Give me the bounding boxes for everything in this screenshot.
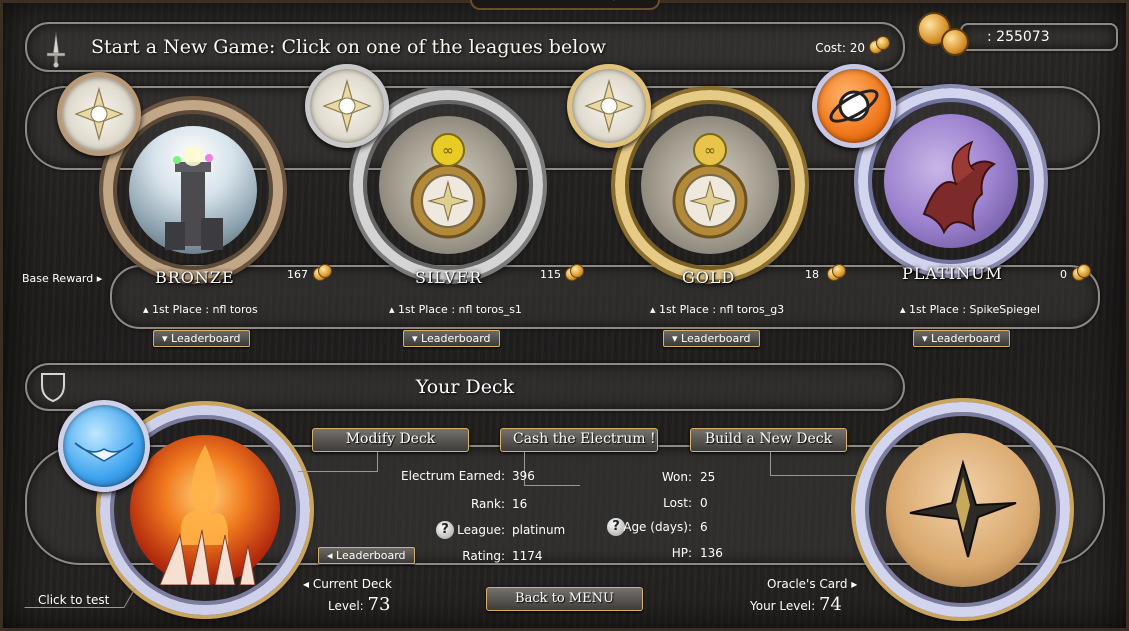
- stat-label: Won:: [661, 470, 692, 484]
- arena-title: THE ARENA: [470, 0, 660, 10]
- wings-emblem-icon: [58, 400, 150, 492]
- sun-emblem-icon: [57, 72, 141, 156]
- gold-art: ∞: [641, 116, 779, 254]
- stat-value: 136: [700, 546, 723, 560]
- stat-value: 1174: [512, 549, 543, 563]
- back-to-menu-button[interactable]: Back to MENU: [486, 587, 643, 611]
- league-platinum[interactable]: PLATINUM 0: [810, 62, 1091, 322]
- league-count: 0: [1060, 268, 1067, 281]
- current-deck-art[interactable]: [130, 435, 280, 586]
- league-name: PLATINUM: [902, 264, 1003, 283]
- currency-display: : 255073: [960, 23, 1118, 51]
- stat-value: 396: [512, 469, 535, 483]
- stat-label: Electrum Earned:: [401, 469, 505, 483]
- cost-label: Cost: 20: [815, 41, 865, 55]
- sun-emblem-icon: [567, 64, 651, 148]
- deck-level-value: 73: [367, 594, 391, 615]
- first-place-silver: ▴ 1st Place : nfl toros_s1: [389, 303, 522, 316]
- silver-art: ∞: [379, 116, 517, 254]
- deck-leaderboard-button[interactable]: ◂ Leaderboard: [318, 547, 415, 564]
- stat-value: 25: [700, 470, 716, 484]
- bronze-art: [129, 126, 257, 254]
- cash-electrum-button[interactable]: Cash the Electrum !: [500, 428, 658, 452]
- stat-label: Lost:: [663, 496, 692, 510]
- league-name: SILVER: [415, 268, 483, 287]
- planet-emblem-icon: [812, 64, 896, 148]
- build-new-deck-button[interactable]: Build a New Deck: [690, 428, 847, 452]
- leaderboard-button-platinum[interactable]: ▾ Leaderboard: [913, 330, 1010, 347]
- oracle-card-art[interactable]: [886, 433, 1040, 587]
- league-count: 115: [540, 268, 561, 281]
- svg-text:∞: ∞: [442, 143, 454, 159]
- electrum-coins-icon: [915, 12, 977, 62]
- stat-label: Rank:: [470, 497, 505, 511]
- platinum-art: [884, 114, 1018, 248]
- your-deck-header: Your Deck: [25, 363, 905, 411]
- stat-value: 0: [700, 496, 708, 510]
- stat-label: HP:: [671, 546, 692, 560]
- first-place-gold: ▴ 1st Place : nfl toros_g3: [650, 303, 785, 316]
- deck-title: Your Deck: [415, 376, 515, 398]
- dagger-icon: [46, 31, 66, 68]
- stat-label: Age (days):: [623, 520, 692, 534]
- league-gold[interactable]: ∞ GOLD 18: [565, 62, 846, 322]
- coin-icon: [1072, 264, 1092, 282]
- oracle-card-label: Oracle's Card ▸: [767, 577, 858, 591]
- stat-value: platinum: [512, 523, 566, 537]
- your-level: Your Level: 74: [750, 594, 842, 615]
- league-name: BRONZE: [155, 268, 235, 287]
- svg-text:∞: ∞: [704, 143, 716, 159]
- coin-icon: [869, 36, 891, 56]
- leaderboard-button-bronze[interactable]: ▾ Leaderboard: [153, 330, 250, 347]
- league-bronze[interactable]: BRONZE 167: [55, 70, 332, 330]
- current-deck-label: ◂ Current Deck: [303, 577, 392, 591]
- league-name: GOLD: [682, 268, 736, 287]
- stat-value: 16: [512, 497, 528, 511]
- first-place-platinum: ▴ 1st Place : SpikeSpiegel: [900, 303, 1040, 316]
- leaderboard-button-gold[interactable]: ▾ Leaderboard: [663, 330, 760, 347]
- sun-emblem-icon: [305, 64, 389, 148]
- league-silver[interactable]: ∞ SILVER 115: [303, 62, 584, 322]
- electrum-balance: : 255073: [987, 29, 1050, 45]
- your-level-value: 74: [818, 594, 842, 615]
- deck-level: Level: 73: [328, 594, 391, 615]
- connector-line: [24, 588, 136, 608]
- leaderboard-button-silver[interactable]: ▾ Leaderboard: [403, 330, 500, 347]
- first-place-bronze: ▴ 1st Place : nfl toros: [143, 303, 258, 316]
- stat-label: League:: [457, 523, 505, 537]
- modify-deck-button[interactable]: Modify Deck: [312, 428, 469, 452]
- page-title: Start a New Game: Click on one of the le…: [91, 36, 606, 58]
- connector-line: [770, 452, 860, 476]
- stat-value: 6: [700, 520, 708, 534]
